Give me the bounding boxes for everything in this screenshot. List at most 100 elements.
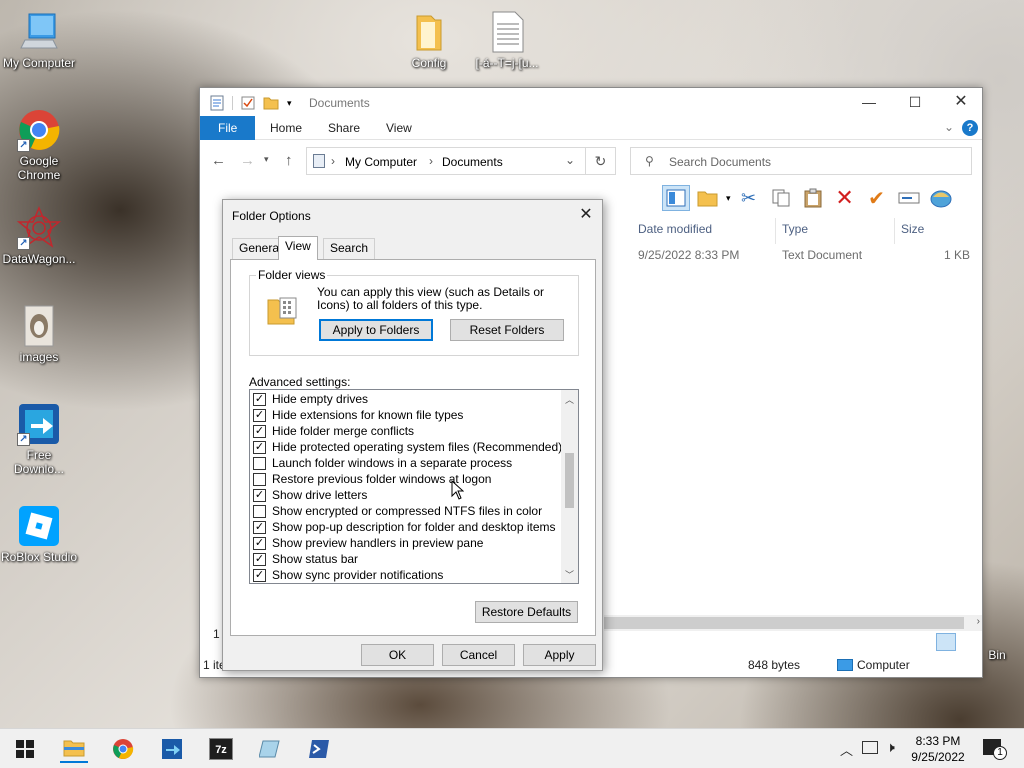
setting-show-popup-description[interactable]: ✓ Show pop-up description for folder and … (253, 519, 556, 535)
setting-show-drive-letters[interactable]: ✓ Show drive letters (253, 487, 367, 503)
setting-checkbox[interactable]: ✓ (253, 537, 266, 550)
copy-icon[interactable] (767, 185, 795, 211)
new-folder-icon[interactable] (263, 96, 279, 110)
address-dropdown-chevron-icon[interactable]: ⌄ (565, 153, 575, 167)
setting-checkbox[interactable]: ✓ (253, 521, 266, 534)
setting-checkbox[interactable] (253, 473, 266, 486)
restore-defaults-button[interactable]: Restore Defaults (475, 601, 578, 623)
advanced-settings-list[interactable]: ✓ Hide empty drives ✓ Hide extensions for … (249, 389, 579, 584)
setting-checkbox[interactable]: ✓ (253, 569, 266, 582)
setting-checkbox[interactable]: ✓ (253, 553, 266, 566)
minimize-button[interactable]: — (846, 88, 892, 116)
scroll-up-arrow-icon[interactable]: ︿ (565, 393, 574, 406)
refresh-icon[interactable]: ↻ (586, 147, 616, 175)
checklist-icon[interactable] (241, 96, 255, 110)
desktop-icon-config[interactable]: Config (390, 10, 468, 70)
folder-options-icon[interactable] (694, 185, 722, 211)
forward-arrow-icon[interactable]: → (240, 152, 255, 169)
column-header-type[interactable]: Type (776, 218, 895, 244)
file-date-modified[interactable]: 9/25/2022 8:33 PM (638, 248, 739, 262)
setting-checkbox[interactable] (253, 457, 266, 470)
7zip-taskbar-icon[interactable]: 7z (207, 735, 235, 763)
file-type[interactable]: Text Document (782, 248, 862, 262)
help-icon[interactable]: ? (962, 120, 978, 136)
delete-icon[interactable]: ✕ (831, 185, 859, 211)
preview-pane-icon[interactable] (662, 185, 690, 211)
settings-vertical-scrollbar[interactable]: ︿ ﹀ (561, 390, 578, 583)
free-download-manager-taskbar-icon[interactable] (158, 735, 186, 763)
setting-show-preview-handlers[interactable]: ✓ Show preview handlers in preview pane (253, 535, 483, 551)
breadcrumb-my-computer[interactable]: My Computer (345, 155, 417, 169)
tab-search[interactable]: Search (323, 238, 376, 259)
setting-hide-folder-merge-conflicts[interactable]: ✓ Hide folder merge conflicts (253, 423, 414, 439)
notepad-taskbar-icon[interactable] (256, 735, 284, 763)
column-header-date-modified[interactable]: Date modified (632, 218, 776, 244)
ribbon-tab-home[interactable]: Home (256, 116, 316, 140)
horizontal-scrollbar[interactable]: › (604, 615, 982, 631)
rename-icon[interactable] (895, 185, 923, 211)
column-header-size[interactable]: Size (895, 218, 975, 244)
details-view-button[interactable] (936, 633, 956, 651)
setting-show-status-bar[interactable]: ✓ Show status bar (253, 551, 358, 567)
large-icons-view-button[interactable] (960, 633, 978, 651)
desktop-icon-text-file[interactable]: [-á--T=j-[u... (468, 10, 546, 70)
tab-view[interactable]: View (278, 236, 318, 260)
windows-start-icon[interactable] (11, 735, 39, 763)
dropdown-chevron-icon[interactable]: ▾ (726, 193, 731, 204)
setting-checkbox[interactable]: ✓ (253, 489, 266, 502)
properties-icon[interactable] (210, 95, 224, 111)
setting-checkbox[interactable]: ✓ (253, 425, 266, 438)
paste-icon[interactable] (799, 185, 827, 211)
address-bar[interactable]: › My Computer › Documents ⌄ (306, 147, 586, 175)
network-status-icon[interactable] (862, 741, 878, 754)
file-explorer-taskbar-icon[interactable] (60, 735, 88, 763)
scroll-right-arrow-icon[interactable]: › (977, 616, 980, 627)
show-hidden-icons-chevron-icon[interactable]: ︿ (840, 740, 853, 759)
volume-muted-icon[interactable]: 🕨 (886, 739, 895, 756)
setting-hide-protected-os-files[interactable]: ✓ Hide protected operating system files (… (253, 439, 562, 455)
desktop-icon-my-computer[interactable]: My Computer (0, 10, 78, 70)
dialog-close-button[interactable]: ✕ (570, 200, 602, 230)
settings-scrollbar-thumb[interactable] (565, 453, 574, 508)
checkmark-icon[interactable]: ✔ (863, 185, 891, 211)
setting-checkbox[interactable]: ✓ (253, 409, 266, 422)
reset-folders-button[interactable]: Reset Folders (450, 319, 564, 341)
ribbon-tab-view[interactable]: View (372, 116, 426, 140)
setting-launch-separate-process[interactable]: Launch folder windows in a separate proc… (253, 455, 512, 471)
chrome-taskbar-icon[interactable] (109, 735, 137, 763)
scroll-down-arrow-icon[interactable]: ﹀ (565, 568, 574, 581)
close-button[interactable]: ✕ (938, 88, 984, 116)
back-arrow-icon[interactable]: ← (211, 152, 226, 169)
network-globe-icon[interactable] (927, 185, 955, 211)
maximize-button[interactable]: ☐ (892, 88, 938, 116)
powershell-taskbar-icon[interactable] (305, 735, 333, 763)
setting-checkbox[interactable]: ✓ (253, 441, 266, 454)
horizontal-scrollbar-thumb[interactable] (604, 617, 964, 629)
file-size[interactable]: 1 KB (944, 248, 970, 262)
desktop-icon-google-chrome[interactable]: ↗ Google Chrome (0, 108, 78, 182)
ribbon-tab-file[interactable]: File (200, 116, 256, 140)
apply-button[interactable]: Apply (523, 644, 596, 666)
desktop-icon-datawagon[interactable]: ↗ DataWagon... (0, 206, 78, 266)
ribbon-tab-share[interactable]: Share (314, 116, 374, 140)
setting-checkbox[interactable]: ✓ (253, 393, 266, 406)
desktop-icon-roblox-studio[interactable]: RoBlox Studio (0, 504, 78, 564)
apply-to-folders-button[interactable]: Apply to Folders (319, 319, 433, 341)
setting-show-sync-notifications[interactable]: ✓ Show sync provider notifications (253, 567, 443, 583)
up-arrow-icon[interactable]: ↑ (285, 152, 293, 169)
setting-hide-extensions[interactable]: ✓ Hide extensions for known file types (253, 407, 463, 423)
ok-button[interactable]: OK (361, 644, 434, 666)
desktop-icon-images[interactable]: images (0, 304, 78, 364)
setting-checkbox[interactable] (253, 505, 266, 518)
cut-icon[interactable]: ✂ (735, 185, 763, 211)
breadcrumb-documents[interactable]: Documents (442, 155, 503, 169)
expand-ribbon-chevron-icon[interactable]: ⌄ (944, 120, 954, 134)
customize-toolbar-chevron-icon[interactable]: ▾ (287, 98, 292, 109)
search-input[interactable]: ⚲ Search Documents (630, 147, 972, 175)
setting-hide-empty-drives[interactable]: ✓ Hide empty drives (253, 391, 368, 407)
system-clock[interactable]: 8:33 PM 9/25/2022 (898, 733, 978, 765)
desktop-icon-free-download-manager[interactable]: ↗ Free Downlo... (0, 402, 78, 476)
setting-show-encrypted-color[interactable]: Show encrypted or compressed NTFS files … (253, 503, 542, 519)
recent-locations-chevron-icon[interactable]: ▾ (264, 154, 269, 165)
cancel-button[interactable]: Cancel (442, 644, 515, 666)
